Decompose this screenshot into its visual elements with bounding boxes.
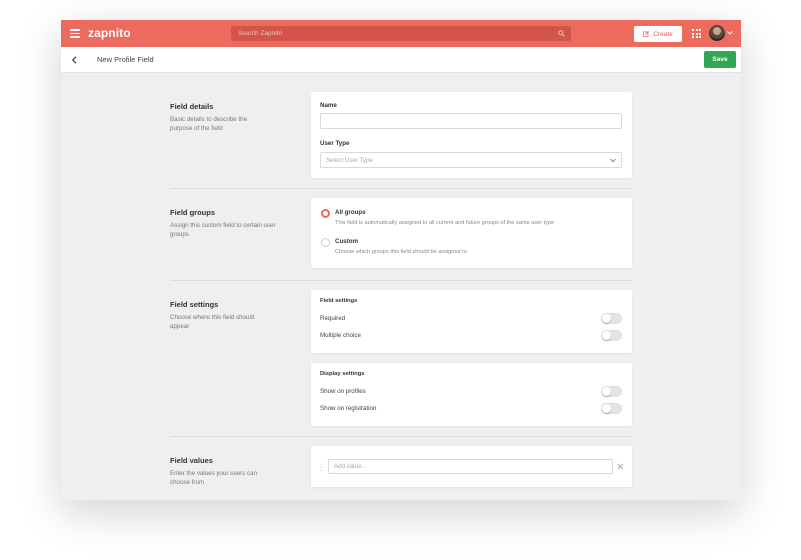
- show-on-profiles-toggle[interactable]: [601, 386, 622, 397]
- divider: [170, 188, 632, 189]
- search-icon[interactable]: [558, 30, 565, 37]
- section-title-values: Field values: [170, 456, 213, 465]
- close-icon[interactable]: [617, 463, 624, 470]
- add-value-input[interactable]: [328, 459, 613, 474]
- radio-all-groups-label: All groups: [335, 209, 366, 216]
- search-input[interactable]: [231, 26, 551, 41]
- section-desc-details: Basic details to describe the purpose of…: [170, 116, 248, 132]
- field-settings-heading: Field settings: [320, 298, 358, 304]
- user-type-label: User Type: [320, 140, 350, 147]
- create-button[interactable]: Create: [634, 26, 682, 42]
- section-title-settings: Field settings: [170, 300, 219, 309]
- details-card: Name User Type Select User Type: [311, 92, 632, 178]
- multiple-choice-toggle[interactable]: [601, 330, 622, 341]
- radio-custom-label: Custom: [335, 238, 359, 245]
- apps-grid-icon[interactable]: [692, 29, 701, 38]
- section-title-groups: Field groups: [170, 208, 215, 217]
- app-window: zapnito Create New Profile Field: [61, 20, 741, 500]
- display-settings-card: Display settings Show on profiles Show o…: [311, 363, 632, 426]
- menu-icon[interactable]: [70, 29, 80, 38]
- user-type-select[interactable]: Select User Type: [320, 152, 622, 168]
- radio-custom-desc: Choose which groups this field should be…: [335, 249, 467, 255]
- user-type-placeholder: Select User Type: [326, 157, 374, 164]
- section-desc-settings: Choose where this field should appear: [170, 314, 255, 330]
- save-button[interactable]: Save: [704, 51, 736, 68]
- divider: [170, 280, 632, 281]
- section-desc-groups: Assign this custom field to certain user…: [170, 222, 276, 238]
- top-bar: zapnito Create: [61, 20, 741, 47]
- create-label: Create: [653, 30, 673, 38]
- section-title-details: Field details: [170, 102, 214, 111]
- name-label: Name: [320, 102, 337, 109]
- field-settings-card: Field settings Required Multiple choice: [311, 290, 632, 353]
- brand-logo[interactable]: zapnito: [88, 26, 131, 40]
- search-box: [231, 26, 571, 41]
- required-label: Required: [320, 315, 346, 322]
- values-card: [311, 446, 632, 487]
- page-header: New Profile Field Save: [61, 47, 741, 73]
- show-on-registration-toggle[interactable]: [601, 403, 622, 414]
- groups-card: All groups This field is automatically a…: [311, 198, 632, 268]
- page-title: New Profile Field: [97, 55, 154, 64]
- avatar[interactable]: [709, 25, 725, 41]
- edit-icon: [643, 31, 650, 37]
- radio-all-groups[interactable]: [321, 209, 330, 218]
- required-toggle[interactable]: [601, 313, 622, 324]
- divider: [170, 436, 632, 437]
- show-on-profiles-label: Show on profiles: [320, 388, 366, 395]
- multiple-choice-label: Multiple choice: [320, 332, 361, 339]
- radio-custom-groups[interactable]: [321, 238, 330, 247]
- chevron-down-icon: [610, 158, 616, 163]
- name-field[interactable]: [320, 113, 622, 129]
- drag-handle-icon[interactable]: [320, 463, 323, 471]
- show-on-registration-label: Show on registration: [320, 405, 377, 412]
- display-settings-heading: Display settings: [320, 371, 365, 377]
- radio-all-groups-desc: This field is automatically assigned to …: [335, 220, 555, 226]
- section-desc-values: Enter the values your users can choose f…: [170, 470, 258, 486]
- back-arrow-icon[interactable]: [71, 56, 78, 64]
- chevron-down-icon[interactable]: [727, 31, 733, 35]
